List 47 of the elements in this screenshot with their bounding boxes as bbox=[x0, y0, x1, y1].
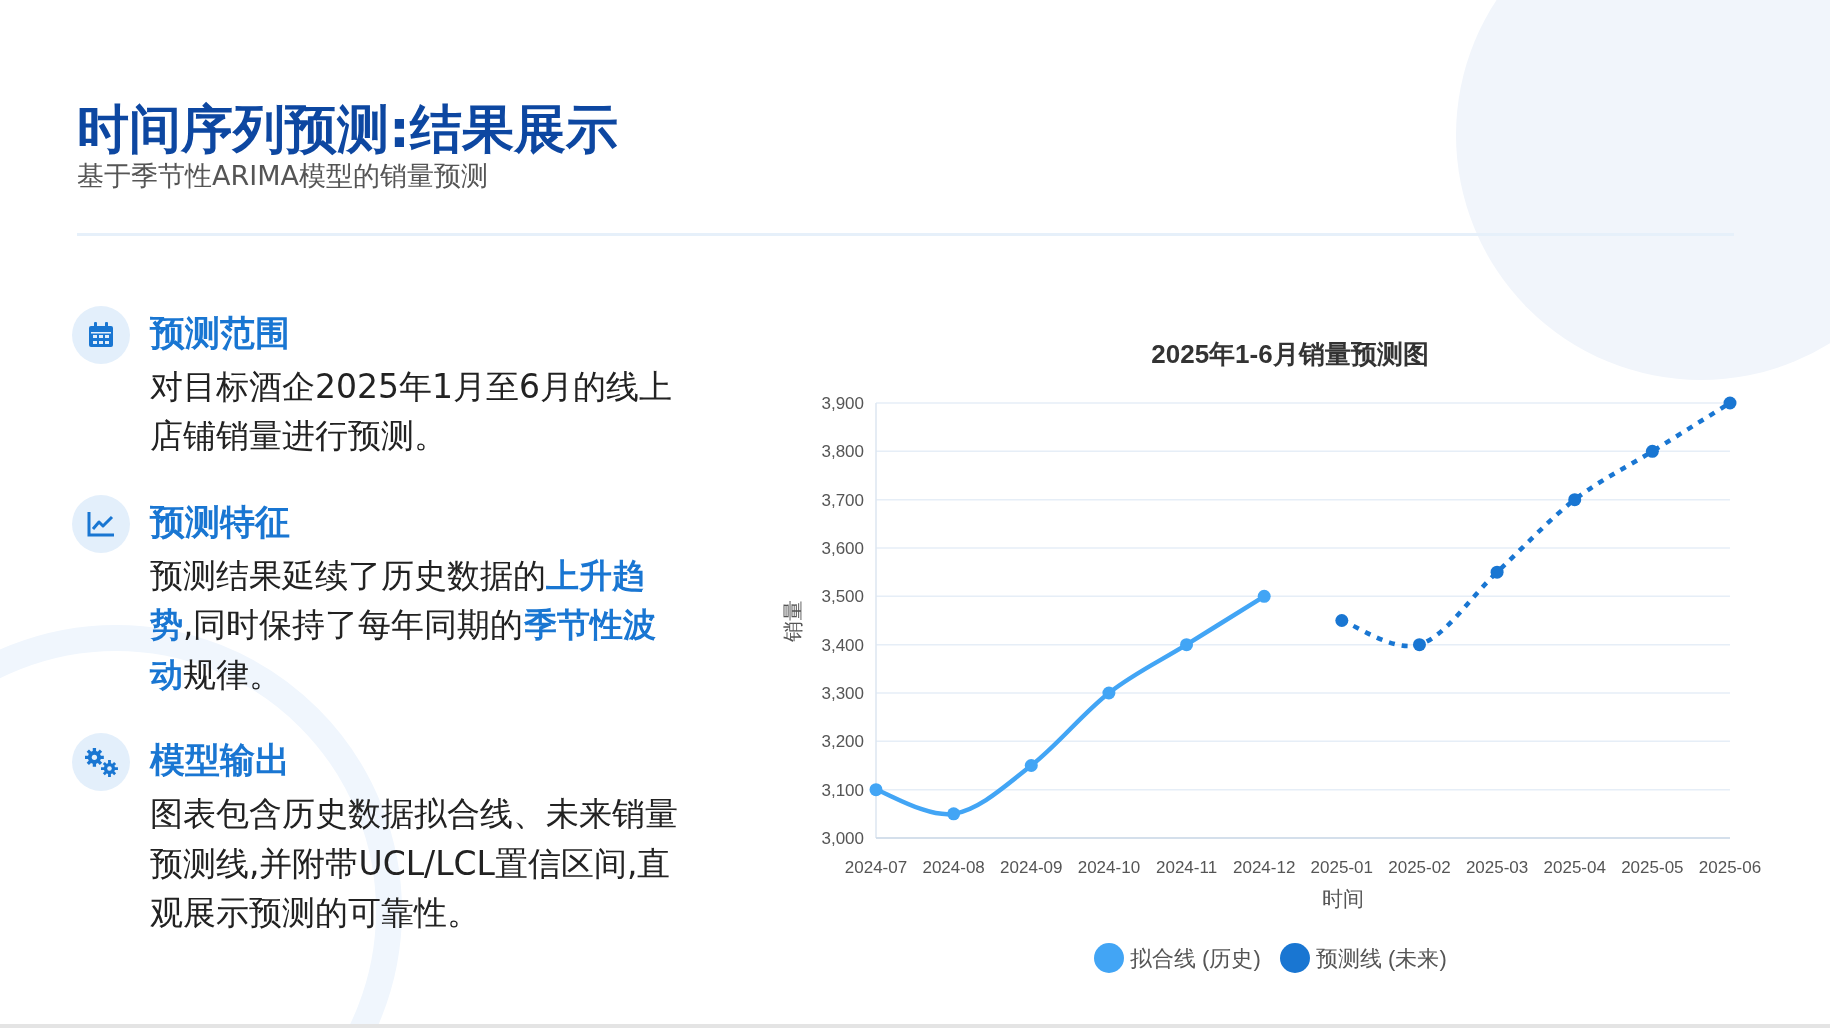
data-point bbox=[947, 807, 961, 821]
x-tick-label: 2024-08 bbox=[922, 857, 985, 877]
x-tick-label: 2024-07 bbox=[844, 857, 908, 877]
x-tick-label: 2025-03 bbox=[1465, 857, 1529, 877]
y-tick-label: 3,700 bbox=[821, 490, 864, 510]
section-heading: 预测范围 bbox=[150, 311, 291, 354]
data-point bbox=[1723, 396, 1737, 410]
data-point bbox=[1024, 758, 1038, 772]
section-text: 预测结果延续了历史数据的上升趋势,同时保持了每年同期的季节性波动规律。 bbox=[150, 554, 657, 696]
data-point bbox=[1645, 444, 1659, 458]
x-tick-label: 2024-11 bbox=[1156, 857, 1218, 877]
legend-label: 预测线 (未来) bbox=[1316, 945, 1447, 971]
data-point bbox=[1335, 613, 1349, 627]
x-tick-label: 2025-05 bbox=[1621, 857, 1684, 877]
slide-subtitle: 基于季节性ARIMA模型的销量预测 bbox=[77, 160, 489, 193]
data-point bbox=[869, 782, 883, 796]
data-point bbox=[1257, 589, 1271, 603]
x-tick-label: 2025-01 bbox=[1310, 857, 1373, 877]
chart-title: 2025年1-6月销量预测图 bbox=[1151, 338, 1429, 369]
y-tick-label: 3,300 bbox=[821, 683, 864, 703]
data-point bbox=[1180, 637, 1194, 651]
data-point bbox=[1568, 492, 1582, 506]
x-axis-title: 时间 bbox=[1322, 886, 1364, 910]
x-tick-label: 2024-10 bbox=[1077, 857, 1141, 877]
data-point bbox=[1490, 565, 1504, 579]
y-tick-label: 3,600 bbox=[821, 538, 864, 558]
section-heading: 模型输出 bbox=[150, 739, 291, 782]
y-tick-label: 3,000 bbox=[821, 828, 864, 848]
y-axis-title: 销量 bbox=[781, 599, 804, 642]
section-text: 对目标酒企2025年1月至6月的线上店铺销量进行预测。 bbox=[150, 365, 673, 458]
y-tick-label: 3,900 bbox=[821, 393, 864, 413]
x-tick-label: 2024-09 bbox=[1000, 857, 1063, 877]
x-tick-label: 2024-12 bbox=[1233, 857, 1296, 877]
x-tick-label: 2025-02 bbox=[1388, 857, 1451, 877]
y-tick-label: 3,800 bbox=[821, 442, 864, 462]
legend-label: 拟合线 (历史) bbox=[1130, 945, 1261, 971]
section-heading: 预测特征 bbox=[150, 500, 291, 543]
data-point bbox=[1412, 637, 1426, 651]
section-text: 图表包含历史数据拟合线、未来销量预测线,并附带UCL/LCL置信区间,直观展示预测的可靠性。 bbox=[150, 793, 678, 935]
x-tick-label: 2025-04 bbox=[1543, 857, 1606, 877]
y-tick-label: 3,400 bbox=[821, 635, 864, 655]
data-point bbox=[1102, 686, 1116, 700]
x-tick-label: 2025-06 bbox=[1698, 857, 1762, 877]
y-tick-label: 3,500 bbox=[821, 587, 864, 607]
y-tick-label: 3,200 bbox=[821, 732, 864, 752]
slide-title: 时间序列预测:结果展示 bbox=[77, 98, 619, 161]
y-tick-label: 3,100 bbox=[821, 780, 864, 800]
